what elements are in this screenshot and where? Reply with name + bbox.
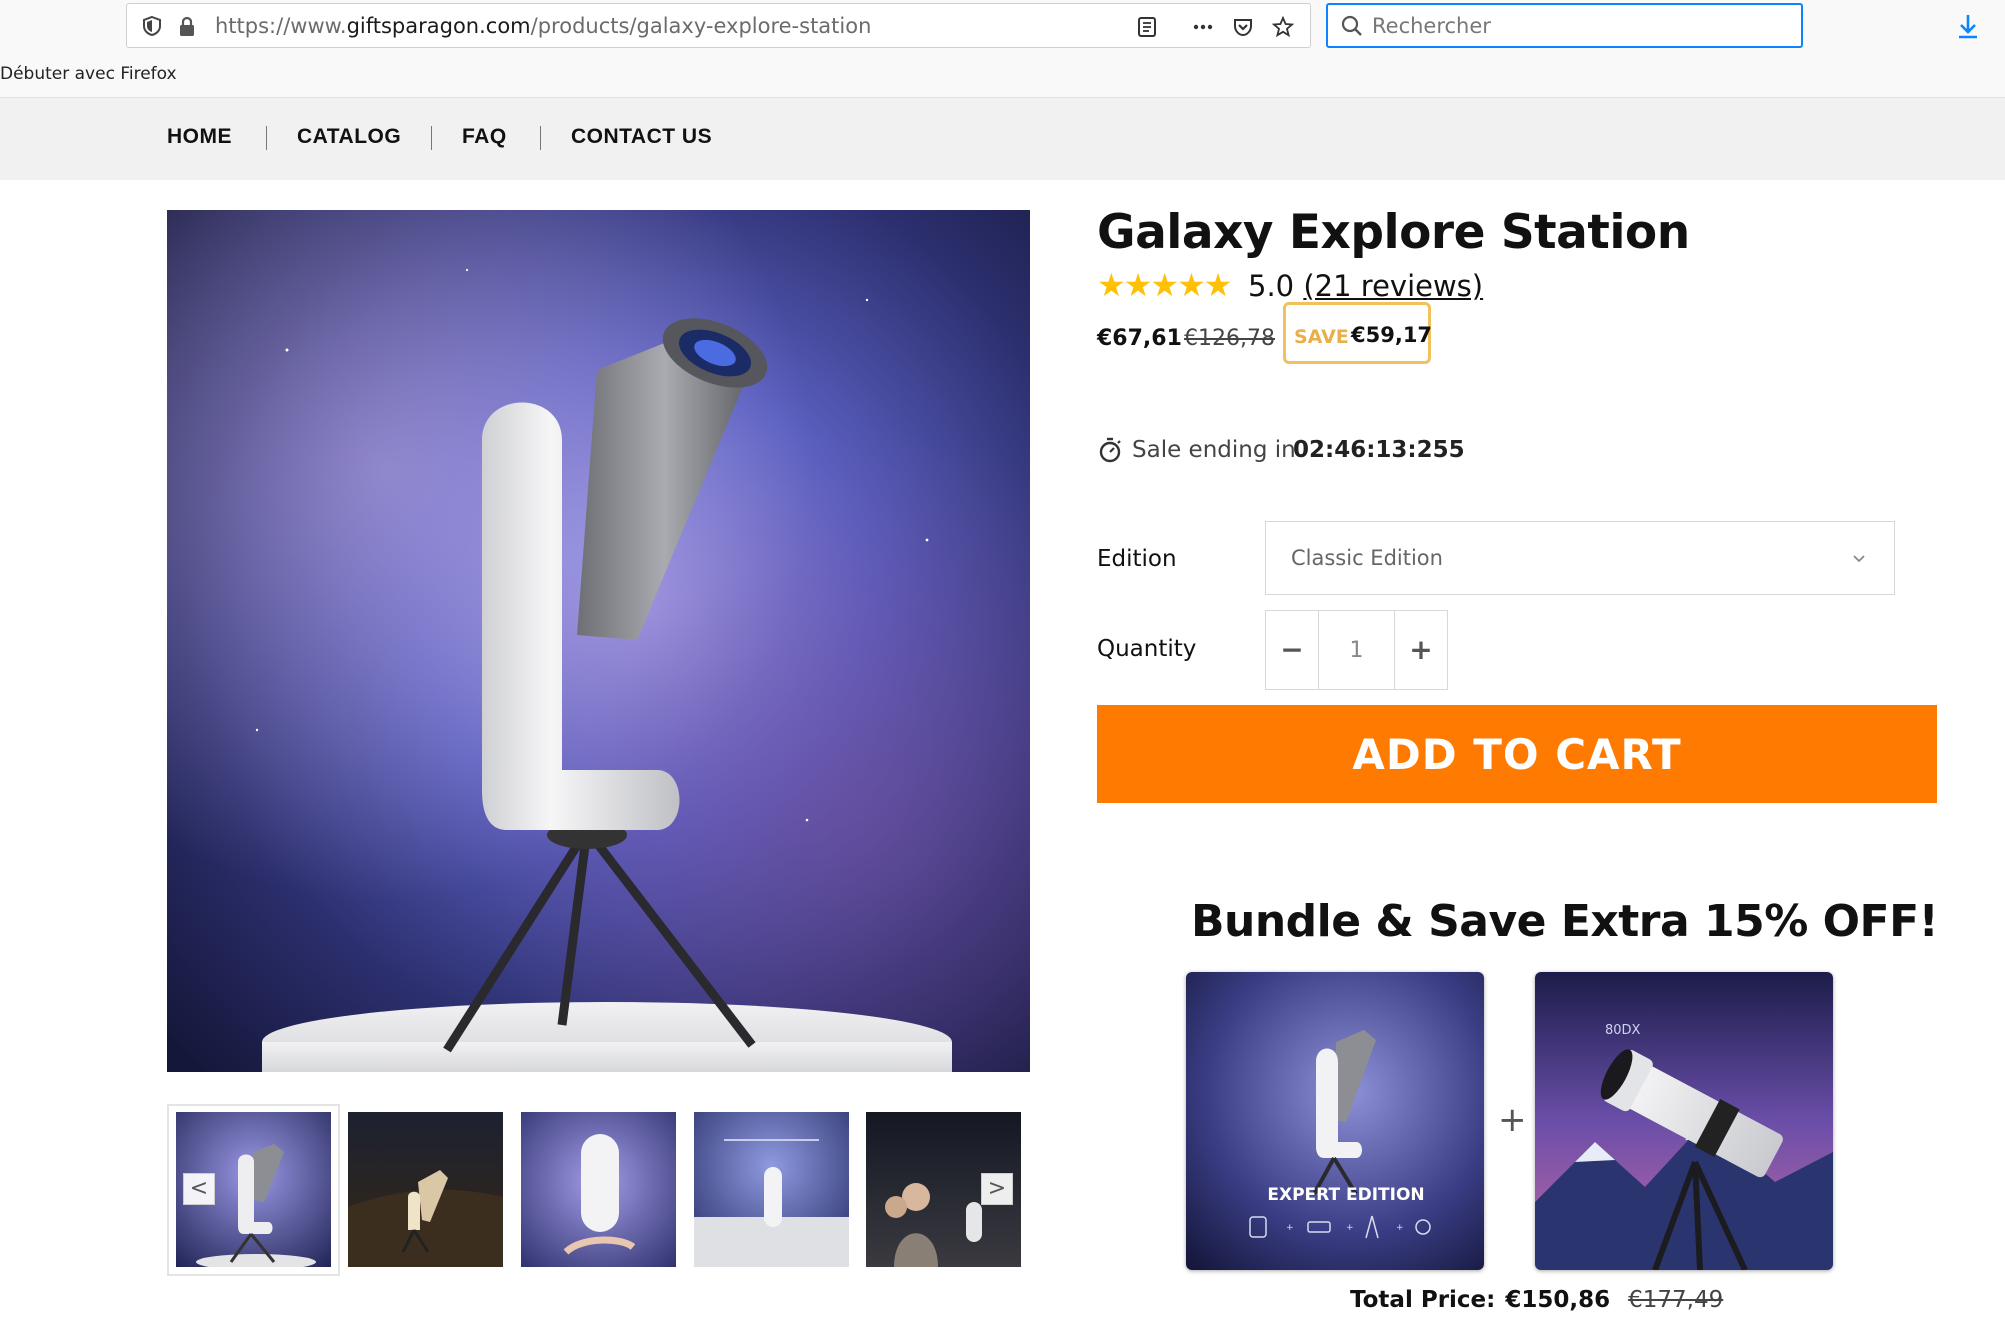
chevron-down-icon: [1853, 555, 1865, 563]
edition-selected-value: Classic Edition: [1291, 546, 1443, 570]
star-icon: ★: [1097, 266, 1126, 304]
original-price: €126,78: [1184, 326, 1275, 351]
product-title: Galaxy Explore Station: [1097, 205, 1690, 260]
quantity-stepper: − +: [1265, 610, 1448, 690]
site-navigation: HOME CATALOG FAQ CONTACT US: [0, 98, 2005, 180]
download-icon[interactable]: [1955, 12, 1981, 40]
bundle-title: Bundle & Save Extra 15% OFF!: [1191, 896, 1939, 947]
quantity-decrease-button[interactable]: −: [1266, 611, 1319, 689]
quantity-increase-button[interactable]: +: [1394, 611, 1447, 689]
thumbnail-4[interactable]: [694, 1112, 849, 1267]
stopwatch-icon: [1099, 437, 1121, 463]
rating-value: 5.0: [1248, 269, 1295, 303]
bundle-card-caption: EXPERT EDITION: [1267, 1185, 1424, 1205]
star-icon: ★: [1123, 266, 1153, 304]
bundle-item-expert-edition[interactable]: EXPERT EDITION + + +: [1186, 972, 1484, 1270]
thumbnail-3[interactable]: [521, 1112, 676, 1267]
search-bar[interactable]: [1326, 3, 1803, 48]
browser-toolbar: https://www.giftsparagon.com/products/ga…: [0, 0, 2005, 98]
url-text[interactable]: https://www.giftsparagon.com/products/ga…: [215, 14, 871, 38]
gallery-prev-button[interactable]: <: [183, 1173, 215, 1205]
nav-divider: [266, 126, 267, 150]
pocket-icon[interactable]: [1231, 15, 1255, 39]
more-actions-icon[interactable]: [1191, 15, 1215, 39]
save-amount: €59,17: [1351, 323, 1433, 347]
bundle-total: Total Price: €150,86 €177,49: [1350, 1287, 1723, 1313]
edition-label: Edition: [1097, 546, 1177, 572]
url-bar[interactable]: https://www.giftsparagon.com/products/ga…: [126, 3, 1311, 48]
nav-faq[interactable]: FAQ: [462, 125, 507, 149]
edition-select[interactable]: Classic Edition: [1265, 521, 1895, 595]
quantity-input[interactable]: [1320, 611, 1393, 689]
quantity-label: Quantity: [1097, 636, 1197, 662]
reviews-link[interactable]: (21 reviews): [1303, 269, 1483, 303]
add-to-cart-button[interactable]: ADD TO CART: [1097, 705, 1937, 803]
product-main-image[interactable]: [167, 210, 1030, 1072]
countdown-label: Sale ending in: [1132, 437, 1296, 463]
nav-home[interactable]: HOME: [167, 125, 232, 149]
bundle-plus-sign: +: [1498, 1100, 1527, 1140]
rating-summary: 5.0 (21 reviews): [1248, 269, 1483, 303]
save-badge: SAVE €59,17: [1283, 302, 1433, 364]
nav-contact-us[interactable]: CONTACT US: [571, 125, 712, 149]
star-icon: ★: [1203, 266, 1233, 304]
bookmark-star-icon[interactable]: [1271, 15, 1295, 39]
star-icon: ★: [1150, 266, 1180, 304]
total-price-label: Total Price:: [1350, 1287, 1496, 1313]
save-label: SAVE: [1294, 326, 1349, 348]
search-input[interactable]: [1372, 13, 1792, 39]
total-price-value: €150,86: [1505, 1287, 1611, 1313]
star-rating[interactable]: ★★★★★: [1097, 266, 1233, 304]
total-original-price: €177,49: [1628, 1287, 1724, 1313]
search-icon: [1341, 15, 1362, 36]
svg-text:+: +: [1396, 1223, 1404, 1233]
shield-icon[interactable]: [141, 15, 163, 37]
thumbnail-2[interactable]: [348, 1112, 503, 1267]
bundle-card-label-80dx: 80DX: [1605, 1023, 1641, 1038]
countdown-value: 02:46:13:255: [1293, 437, 1465, 463]
reader-view-icon[interactable]: [1135, 15, 1159, 39]
star-icon: ★: [1177, 266, 1206, 304]
gallery-next-button[interactable]: >: [981, 1173, 1013, 1205]
nav-divider: [540, 126, 541, 150]
nav-divider: [431, 126, 432, 150]
bundle-item-80dx-telescope[interactable]: 80DX: [1535, 972, 1833, 1270]
lock-icon[interactable]: [177, 16, 197, 38]
nav-catalog[interactable]: CATALOG: [297, 125, 401, 149]
sale-price: €67,61: [1097, 326, 1182, 351]
svg-text:+: +: [1286, 1223, 1294, 1233]
bookmark-link[interactable]: Débuter avec Firefox: [0, 64, 177, 84]
svg-text:+: +: [1346, 1223, 1354, 1233]
